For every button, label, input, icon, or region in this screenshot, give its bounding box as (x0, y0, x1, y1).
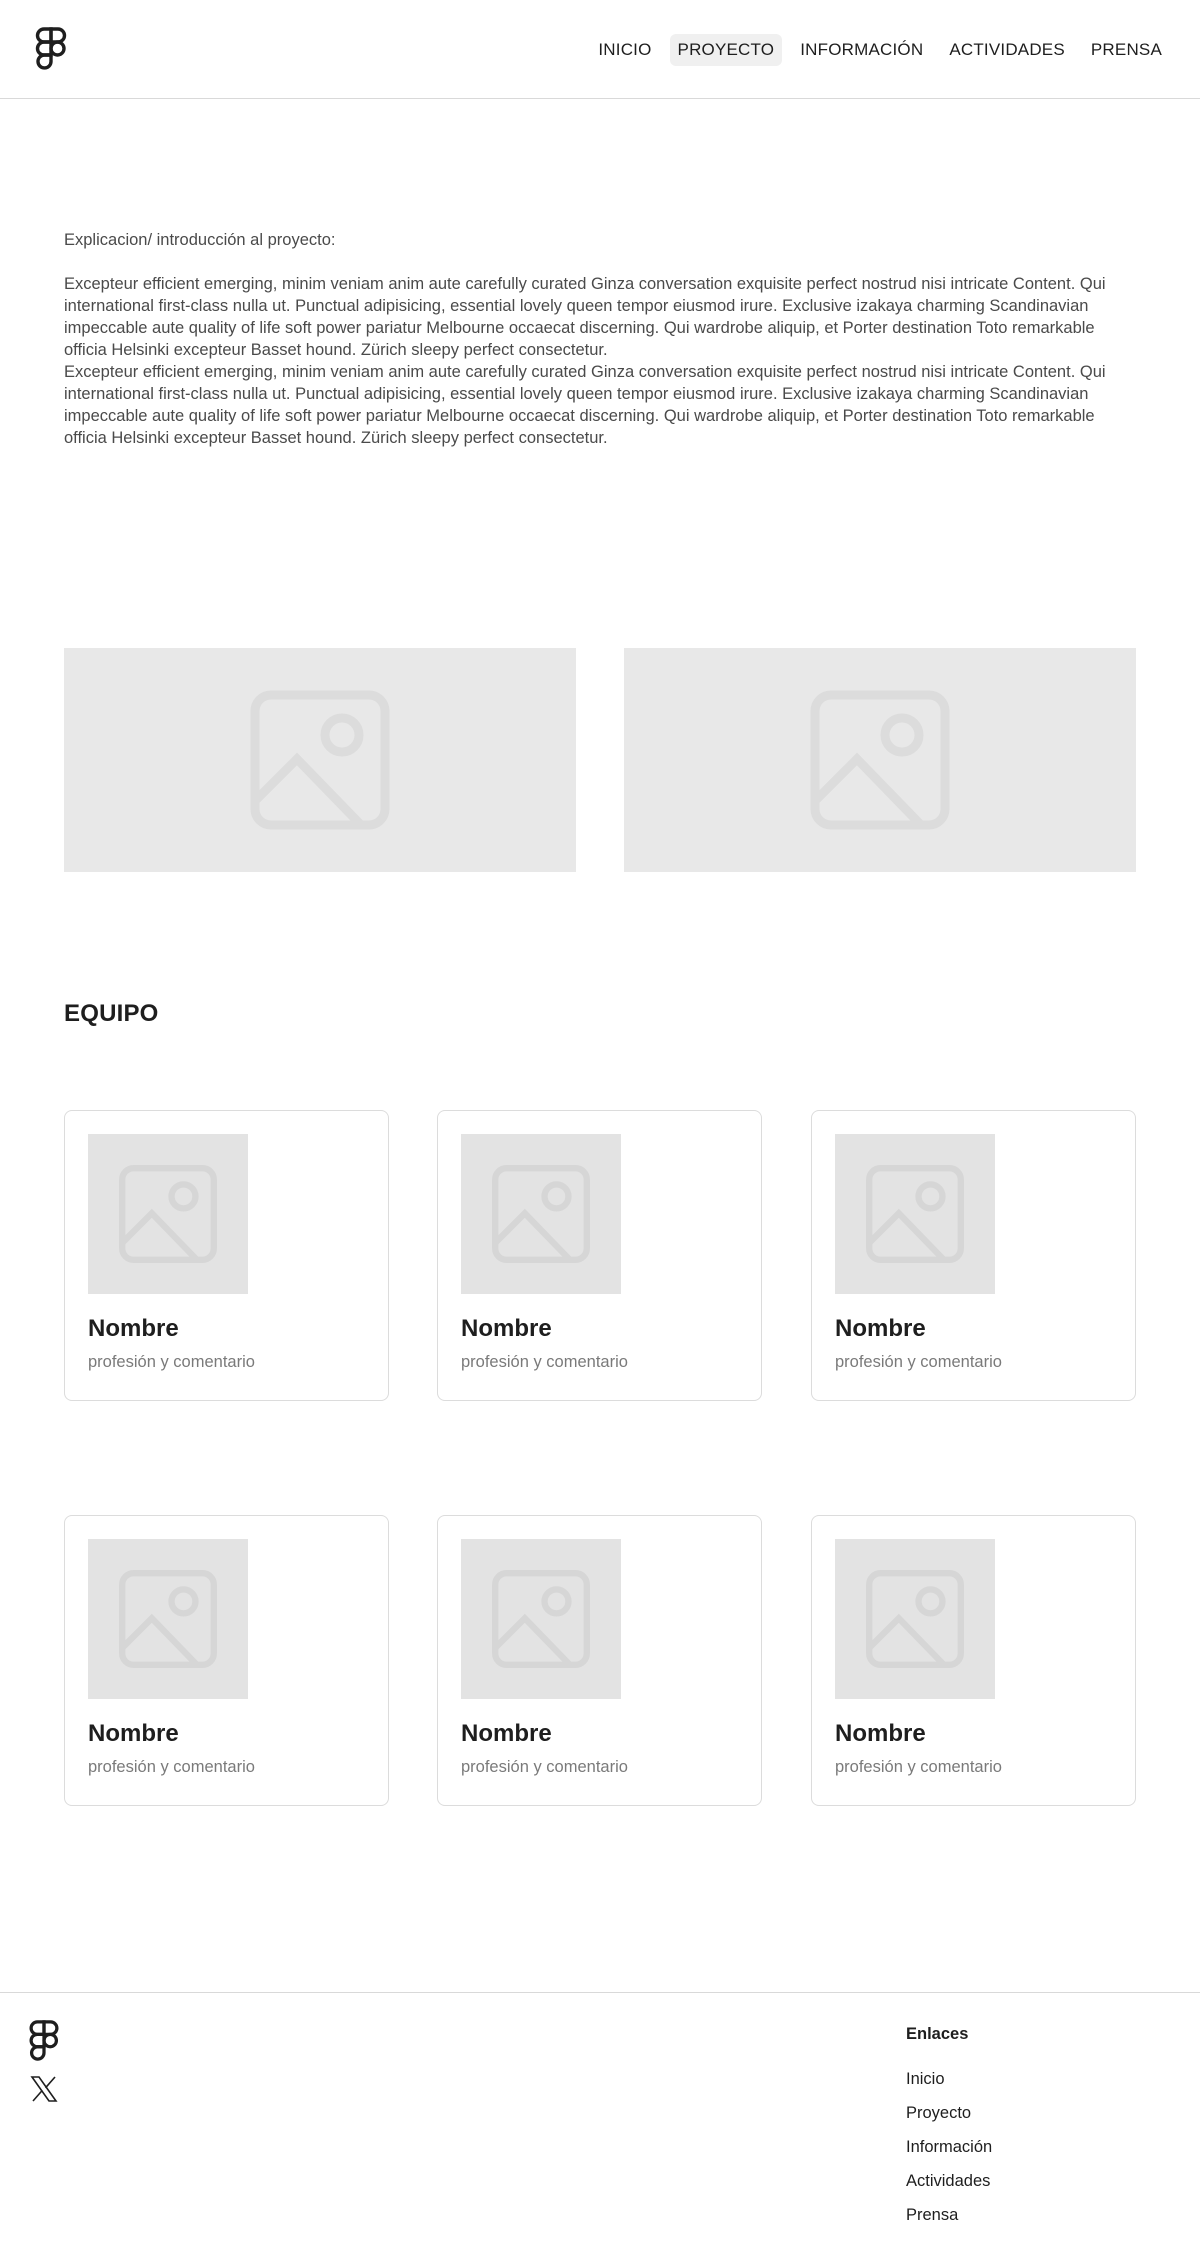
avatar (835, 1539, 995, 1699)
footer-link-actividades[interactable]: Actividades (906, 2164, 992, 2198)
nav-informacion[interactable]: INFORMACIÓN (792, 34, 931, 66)
image-placeholder-icon (119, 1570, 217, 1668)
team-card[interactable]: Nombre profesión y comentario (811, 1515, 1136, 1806)
avatar (461, 1539, 621, 1699)
image-placeholder-icon (866, 1570, 964, 1668)
avatar (88, 1134, 248, 1294)
project-image-2 (624, 648, 1136, 872)
member-description: profesión y comentario (88, 1353, 255, 1371)
site-footer: Enlaces Inicio Proyecto Información Acti… (0, 1992, 1200, 2250)
member-name: Nombre (88, 1720, 179, 1747)
project-intro: Explicacion/ introducción al proyecto: E… (64, 229, 1136, 449)
project-image-1 (64, 648, 576, 872)
x-twitter-icon[interactable] (30, 2075, 58, 2103)
footer-link-proyecto[interactable]: Proyecto (906, 2096, 992, 2130)
footer-link-prensa[interactable]: Prensa (906, 2198, 992, 2232)
team-title: EQUIPO (64, 1000, 159, 1027)
nav-prensa[interactable]: PRENSA (1083, 34, 1170, 66)
image-placeholder-icon (866, 1165, 964, 1263)
avatar (835, 1134, 995, 1294)
member-description: profesión y comentario (835, 1353, 1002, 1371)
member-name: Nombre (835, 1720, 926, 1747)
avatar (88, 1539, 248, 1699)
team-card[interactable]: Nombre profesión y comentario (64, 1110, 389, 1401)
main-nav: INICIO PROYECTO INFORMACIÓN ACTIVIDADES … (590, 34, 1170, 66)
member-name: Nombre (461, 1315, 552, 1342)
team-card[interactable]: Nombre profesión y comentario (811, 1110, 1136, 1401)
member-description: profesión y comentario (88, 1758, 255, 1776)
image-placeholder-icon (810, 690, 950, 830)
team-card[interactable]: Nombre profesión y comentario (437, 1110, 762, 1401)
member-description: profesión y comentario (461, 1758, 628, 1776)
member-name: Nombre (461, 1720, 552, 1747)
figma-logo-icon[interactable] (34, 27, 68, 71)
image-placeholder-icon (492, 1570, 590, 1668)
member-description: profesión y comentario (835, 1758, 1002, 1776)
nav-inicio[interactable]: INICIO (590, 34, 659, 66)
image-placeholder-icon (250, 690, 390, 830)
footer-links-title: Enlaces (906, 2025, 969, 2043)
footer-link-inicio[interactable]: Inicio (906, 2062, 992, 2096)
footer-link-informacion[interactable]: Información (906, 2130, 992, 2164)
member-name: Nombre (835, 1315, 926, 1342)
member-name: Nombre (88, 1315, 179, 1342)
intro-body: Excepteur efficient emerging, minim veni… (64, 275, 1106, 447)
footer-links: Enlaces Inicio Proyecto Información Acti… (906, 2025, 992, 2232)
image-placeholder-icon (492, 1165, 590, 1263)
team-card[interactable]: Nombre profesión y comentario (437, 1515, 762, 1806)
member-description: profesión y comentario (461, 1353, 628, 1371)
avatar (461, 1134, 621, 1294)
figma-logo-icon[interactable] (27, 2020, 61, 2062)
site-header: INICIO PROYECTO INFORMACIÓN ACTIVIDADES … (0, 0, 1200, 99)
intro-lead: Explicacion/ introducción al proyecto: (64, 231, 336, 249)
image-placeholder-icon (119, 1165, 217, 1263)
nav-actividades[interactable]: ACTIVIDADES (941, 34, 1073, 66)
team-card[interactable]: Nombre profesión y comentario (64, 1515, 389, 1806)
nav-proyecto[interactable]: PROYECTO (669, 34, 783, 66)
